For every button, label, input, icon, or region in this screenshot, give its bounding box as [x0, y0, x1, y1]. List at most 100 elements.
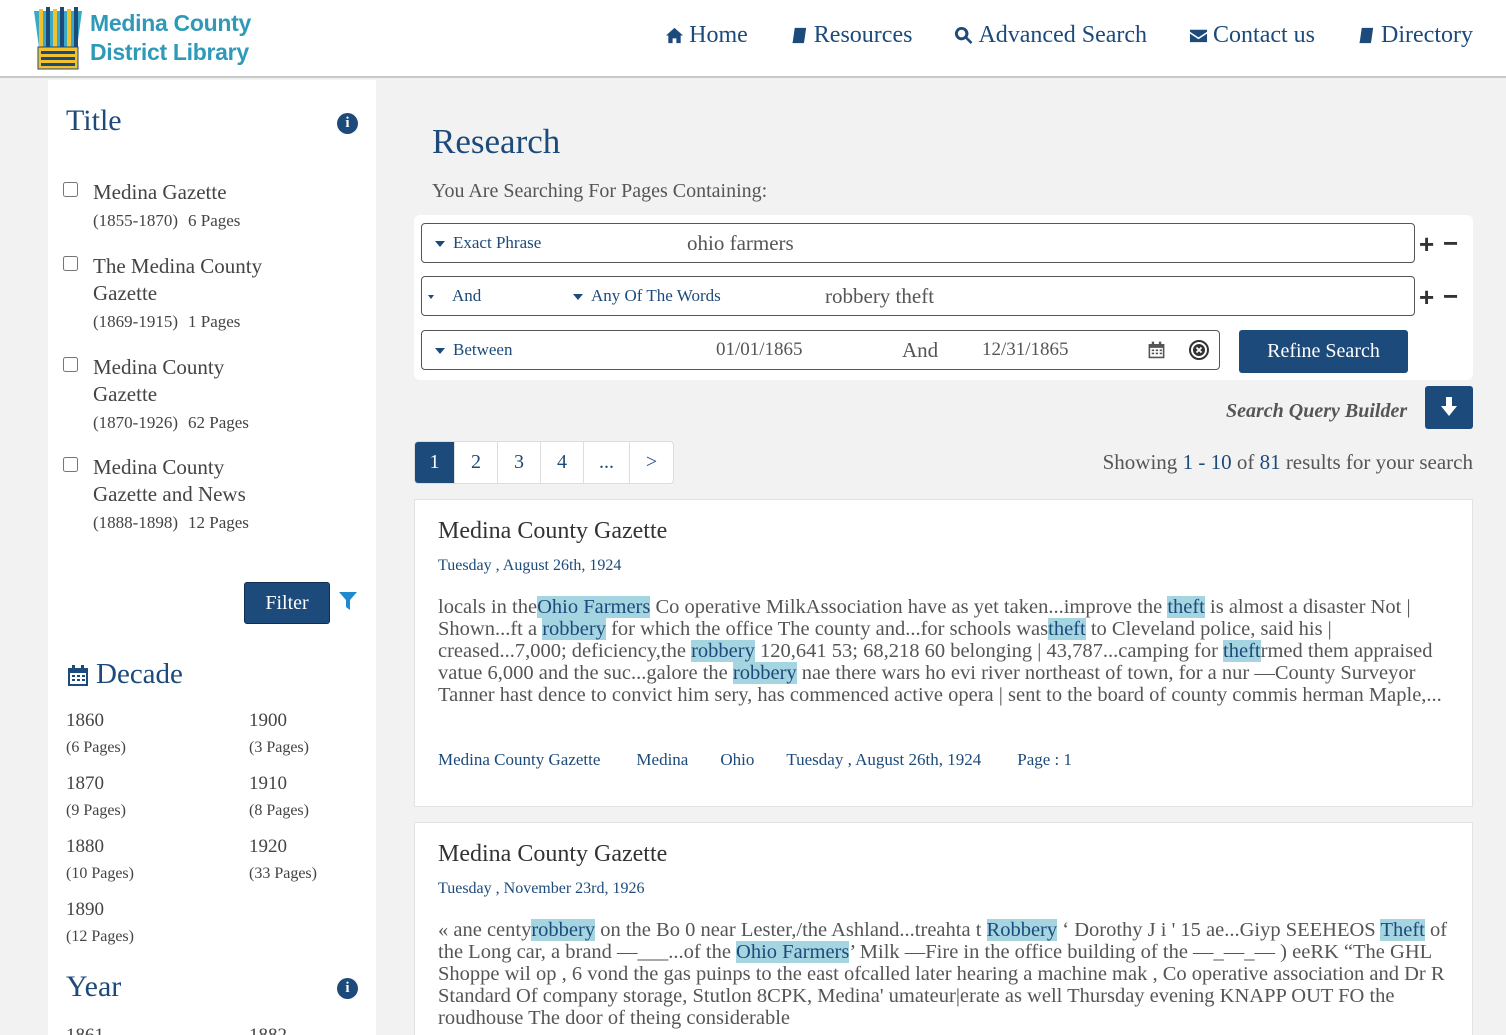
- nav-resources[interactable]: Resources: [790, 18, 913, 52]
- results-count-prefix: Showing: [1102, 450, 1178, 474]
- calendar-icon: [68, 664, 88, 686]
- nav-contact[interactable]: Contact us: [1189, 18, 1315, 52]
- result-meta-page[interactable]: Page : 1: [1017, 750, 1072, 770]
- info-icon[interactable]: i: [337, 113, 358, 134]
- chevron-down-icon: [428, 295, 434, 300]
- title-checkbox[interactable]: [63, 182, 78, 197]
- results-total: 81: [1259, 450, 1281, 474]
- decade-option[interactable]: 1880 (10 Pages): [66, 836, 196, 890]
- result-meta-city[interactable]: Medina: [636, 750, 688, 770]
- result-title[interactable]: Medina County Gazette: [438, 841, 667, 868]
- decade-year: 1900: [249, 710, 287, 731]
- result-title[interactable]: Medina County Gazette: [438, 518, 667, 545]
- year-option[interactable]: 1882: [249, 1025, 287, 1035]
- query-panel: Exact Phrase ohio farmers + − And Any Of…: [414, 215, 1473, 380]
- title-option-pages: 1 Pages: [187, 312, 241, 331]
- title-checkbox[interactable]: [63, 256, 78, 271]
- query-type-select[interactable]: Any Of The Words: [573, 277, 721, 315]
- title-option-years: (1870-1926): [93, 413, 178, 432]
- title-option-pages: 6 Pages: [187, 211, 241, 230]
- results-to: 10: [1210, 450, 1232, 474]
- calendar-icon[interactable]: [1147, 340, 1166, 359]
- title-option-name: The Medina County Gazette: [93, 254, 263, 305]
- nav-directory-label: Directory: [1381, 21, 1473, 48]
- page-4-link[interactable]: 4: [541, 442, 584, 483]
- main-nav: Home Resources Advanced Search Contact u…: [623, 18, 1473, 52]
- book-icon: [1359, 27, 1374, 43]
- year-option[interactable]: 1861: [66, 1025, 104, 1035]
- funnel-icon[interactable]: [338, 591, 358, 611]
- query-builder-label: Search Query Builder: [1226, 400, 1408, 422]
- decade-year: 1910: [249, 773, 287, 794]
- date-mode-select[interactable]: Between: [435, 331, 512, 369]
- result-meta-date[interactable]: Tuesday , August 26th, 1924: [786, 750, 981, 770]
- nav-advanced-search[interactable]: Advanced Search: [954, 18, 1147, 52]
- nav-resources-label: Resources: [813, 21, 913, 48]
- title-option: Medina Gazette (1855-1870) 6 Pages: [63, 179, 363, 236]
- result-meta-state[interactable]: Ohio: [720, 750, 754, 770]
- title-option: Medina County Gazette (1870-1926) 62 Page…: [63, 354, 363, 438]
- chevron-down-icon: [435, 348, 445, 355]
- logo-text-line1: Medina County: [90, 10, 251, 36]
- refine-search-button[interactable]: Refine Search: [1239, 330, 1408, 373]
- search-icon: [955, 26, 973, 44]
- library-logo[interactable]: Medina County District Library: [30, 5, 255, 71]
- page-3-link[interactable]: 3: [498, 442, 541, 483]
- year-heading: Year: [66, 970, 122, 1003]
- query-input[interactable]: ohio farmers: [687, 224, 1407, 262]
- decade-heading: Decade: [66, 658, 183, 691]
- filter-sidebar: Title i Medina Gazette (1855-1870) 6 Page…: [48, 80, 376, 1035]
- decade-pages: (33 Pages): [249, 865, 317, 882]
- query-builder-toggle[interactable]: [1425, 386, 1473, 429]
- date-and-label: And: [902, 338, 939, 362]
- query-type-select[interactable]: Exact Phrase: [435, 224, 541, 262]
- decade-year: 1920: [249, 836, 287, 857]
- title-option-meta: (1869-1915) 1 Pages: [93, 307, 363, 337]
- title-option-years: (1869-1915): [93, 312, 178, 331]
- book-icon: [792, 27, 806, 43]
- results-of: of: [1236, 450, 1255, 474]
- result-snippet: locals in theOhio Farmers Co operative M…: [438, 596, 1442, 706]
- remove-row-icon[interactable]: −: [1443, 230, 1458, 256]
- chevron-down-icon: [573, 294, 583, 301]
- clear-icon[interactable]: [1188, 339, 1210, 361]
- page-1-link[interactable]: 1: [415, 442, 455, 483]
- title-heading: Title: [66, 104, 122, 137]
- decade-option[interactable]: 1910 (8 Pages): [249, 773, 379, 827]
- next-page-link[interactable]: >: [630, 442, 673, 483]
- title-checkbox[interactable]: [63, 457, 78, 472]
- decade-option[interactable]: 1870 (9 Pages): [66, 773, 196, 827]
- title-option-meta: (1870-1926) 62 Pages: [93, 408, 363, 438]
- query-input[interactable]: robbery theft: [825, 277, 1405, 315]
- page-2-link[interactable]: 2: [455, 442, 498, 483]
- query-row-exact-phrase: Exact Phrase ohio farmers: [421, 223, 1415, 263]
- query-type-label: Exact Phrase: [453, 233, 542, 252]
- decade-year: 1860: [66, 710, 104, 731]
- result-meta-title[interactable]: Medina County Gazette: [438, 750, 600, 770]
- results-count: Showing 1 - 10 of 81 results for your se…: [1103, 450, 1473, 475]
- decade-pages: (6 Pages): [66, 739, 126, 756]
- operator-select[interactable]: And: [428, 277, 481, 315]
- add-row-icon[interactable]: +: [1419, 231, 1434, 257]
- remove-row-icon[interactable]: −: [1443, 283, 1458, 309]
- filter-button[interactable]: Filter: [244, 582, 330, 624]
- date-from-input[interactable]: 01/01/1865: [716, 331, 803, 369]
- decade-option[interactable]: 1890 (12 Pages): [66, 899, 196, 953]
- logo-text-line2: District Library: [90, 39, 249, 65]
- decade-year: 1890: [66, 899, 104, 920]
- date-to-input[interactable]: 12/31/1865: [982, 331, 1069, 369]
- nav-directory[interactable]: Directory: [1357, 18, 1473, 52]
- title-option-years: (1855-1870): [93, 211, 178, 230]
- decade-option[interactable]: 1860 (6 Pages): [66, 710, 196, 764]
- library-logo-icon: [34, 7, 82, 70]
- info-icon[interactable]: i: [337, 978, 358, 999]
- nav-advanced-search-label: Advanced Search: [978, 21, 1148, 48]
- result-meta: Medina County Gazette Medina Ohio Tuesda…: [438, 750, 1108, 770]
- nav-contact-label: Contact us: [1213, 21, 1316, 48]
- decade-option[interactable]: 1920 (33 Pages): [249, 836, 379, 890]
- decade-option[interactable]: 1900 (3 Pages): [249, 710, 379, 764]
- title-checkbox[interactable]: [63, 357, 78, 372]
- nav-home[interactable]: Home: [665, 18, 748, 52]
- add-row-icon[interactable]: +: [1419, 284, 1434, 310]
- title-option-name: Medina County Gazette: [93, 355, 225, 406]
